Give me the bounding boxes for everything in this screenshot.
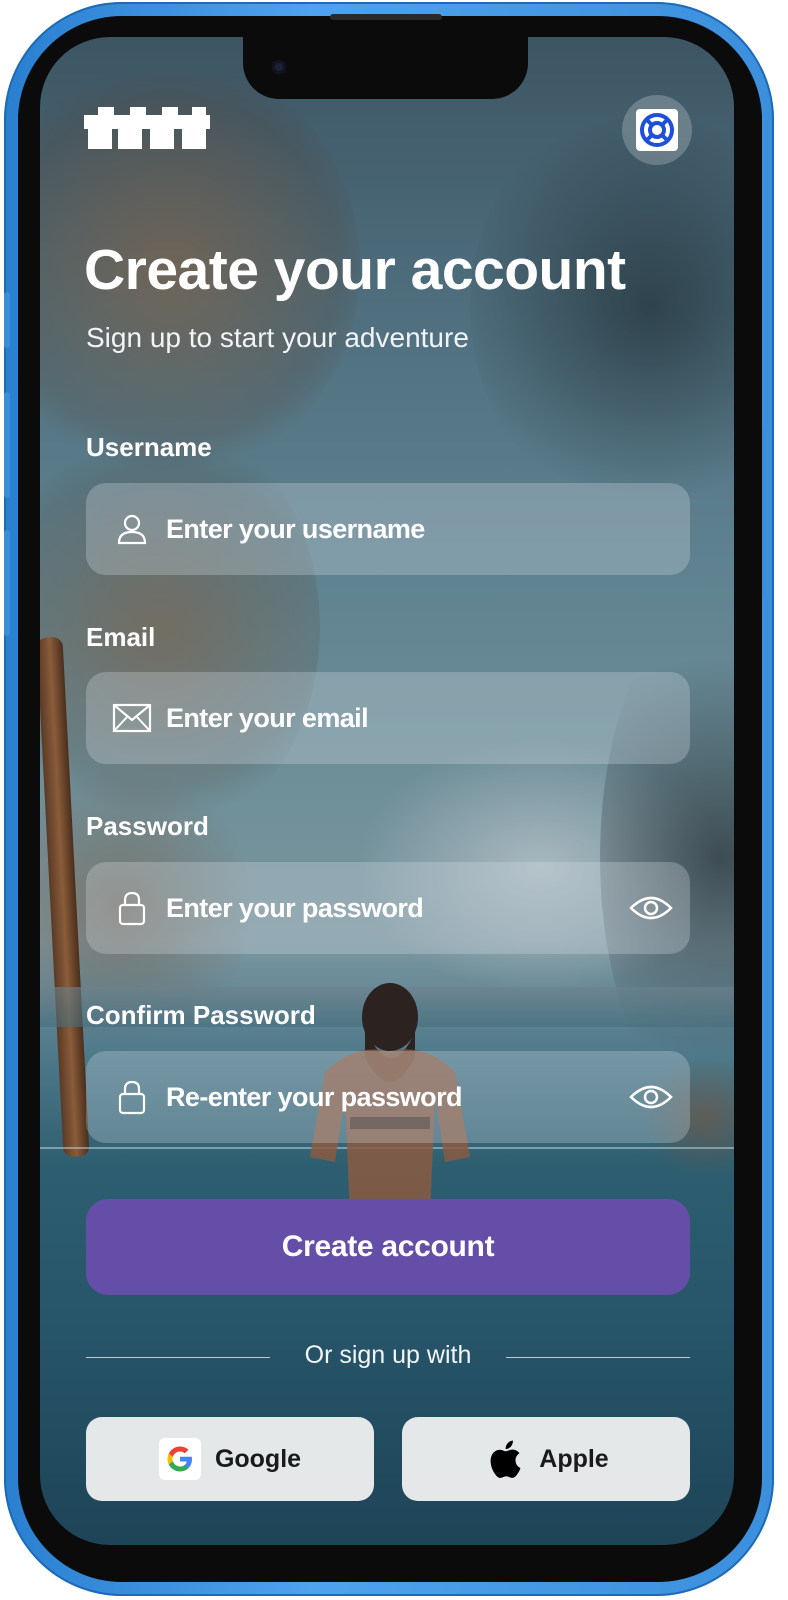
divider-text: Or sign up with — [304, 1341, 472, 1369]
divider-left — [86, 1357, 270, 1358]
user-icon — [110, 507, 154, 551]
email-label: Email — [86, 622, 156, 652]
front-camera — [272, 60, 286, 74]
speaker-grille — [330, 14, 442, 20]
password-input[interactable]: Enter your password — [166, 893, 628, 924]
lifebuoy-icon — [640, 113, 674, 147]
eye-icon[interactable] — [628, 885, 674, 931]
confirm-password-input[interactable]: Re-enter your password — [166, 1082, 628, 1113]
username-field[interactable]: Enter your username — [86, 483, 690, 575]
help-button[interactable] — [622, 95, 692, 165]
page-title: Create your account — [84, 238, 626, 302]
eye-icon[interactable] — [628, 1074, 674, 1120]
google-signup-button[interactable]: Google — [86, 1417, 374, 1501]
password-label: Password — [86, 811, 209, 841]
apple-icon — [483, 1438, 525, 1480]
confirm-password-field[interactable]: Re-enter your password — [86, 1051, 690, 1143]
mute-switch — [4, 292, 10, 348]
email-input[interactable]: Enter your email — [166, 703, 690, 734]
volume-down-button — [4, 530, 10, 636]
username-input[interactable]: Enter your username — [166, 514, 690, 545]
confirm-password-label: Confirm Password — [86, 1000, 316, 1030]
page-subtitle: Sign up to start your adventure — [86, 322, 469, 353]
lock-icon — [110, 886, 154, 930]
lock-icon — [110, 1075, 154, 1119]
mail-icon — [110, 696, 154, 740]
apple-label: Apple — [539, 1444, 609, 1473]
google-icon — [158, 1438, 201, 1480]
divider-right — [506, 1357, 690, 1358]
screen: Create your account Sign up to start you… — [40, 37, 734, 1545]
apple-signup-button[interactable]: Apple — [402, 1417, 690, 1501]
create-account-button[interactable]: Create account — [86, 1199, 690, 1295]
brand-logo — [84, 107, 210, 156]
password-field[interactable]: Enter your password — [86, 862, 690, 954]
username-label: Username — [86, 432, 212, 462]
google-label: Google — [214, 1444, 302, 1473]
email-field[interactable]: Enter your email — [86, 672, 690, 764]
volume-up-button — [4, 392, 10, 498]
